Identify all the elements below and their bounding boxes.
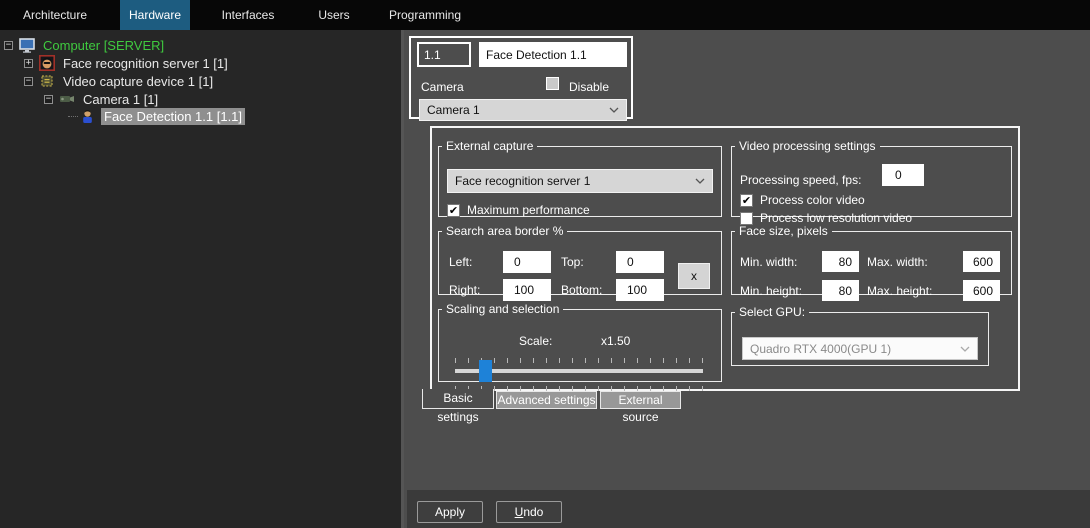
tree-item-camera[interactable]: Camera 1 [1]: [0, 90, 401, 108]
select-gpu-group: Select GPU: Quadro RTX 4000(GPU 1): [731, 305, 989, 366]
gpu-select[interactable]: Quadro RTX 4000(GPU 1): [742, 337, 978, 360]
object-id-field[interactable]: [417, 42, 471, 67]
menu-tab-interfaces[interactable]: Interfaces: [213, 0, 283, 30]
checkbox-box[interactable]: [740, 194, 753, 207]
bottom-border-input[interactable]: [616, 279, 664, 301]
chip-icon: [39, 73, 55, 89]
undo-accelerator: U: [515, 505, 524, 519]
tree-item-label: Video capture device 1 [1]: [60, 73, 216, 90]
face-server-icon: [39, 55, 55, 71]
disable-label: Disable: [569, 80, 609, 94]
group-title: Video processing settings: [735, 139, 880, 153]
external-capture-group: External capture Face recognition server…: [438, 139, 722, 217]
min-width-label: Min. width:: [740, 255, 797, 269]
external-capture-server-select[interactable]: Face recognition server 1: [447, 169, 713, 193]
collapse-icon[interactable]: [4, 41, 13, 50]
tree-item-computer[interactable]: Computer [SERVER]: [0, 36, 401, 54]
checkbox-label: Process color video: [760, 193, 865, 207]
tree-item-label: Camera 1 [1]: [80, 91, 161, 108]
maximum-performance-checkbox[interactable]: Maximum performance: [447, 203, 590, 217]
disable-checkbox[interactable]: [546, 77, 559, 90]
server-select-value: Face recognition server 1: [455, 174, 590, 188]
scale-label: Scale:: [519, 334, 552, 348]
bottom-label: Bottom:: [561, 283, 602, 297]
chevron-down-icon: [609, 107, 619, 113]
menu-tab-programming[interactable]: Programming: [380, 0, 470, 30]
checkbox-box[interactable]: [447, 204, 460, 217]
tree-item-label: Computer [SERVER]: [40, 37, 167, 54]
left-label: Left:: [449, 255, 472, 269]
undo-label-rest: ndo: [523, 505, 543, 519]
tree-item-label: Face recognition server 1 [1]: [60, 55, 231, 72]
camera-icon: [59, 93, 75, 105]
collapse-icon[interactable]: [24, 77, 33, 86]
min-width-input[interactable]: [822, 251, 859, 272]
camera-select-value: Camera 1: [427, 103, 480, 117]
max-height-label: Max. height:: [867, 284, 932, 298]
face-size-group: Face size, pixels Min. width: Max. width…: [731, 224, 1012, 295]
right-border-input[interactable]: [503, 279, 551, 301]
top-label: Top:: [561, 255, 584, 269]
main-menu-bar: Architecture Hardware Interfaces Users P…: [0, 0, 1090, 30]
face-detection-icon: [80, 109, 96, 124]
chevron-down-icon: [960, 346, 970, 352]
process-color-video-checkbox[interactable]: Process color video: [740, 193, 865, 207]
checkbox-box[interactable]: [740, 212, 753, 225]
group-title: Select GPU:: [735, 305, 809, 319]
min-height-input[interactable]: [822, 280, 859, 301]
tab-advanced-settings[interactable]: Advanced settings: [496, 391, 597, 409]
tree-item-label: Face Detection 1.1 [1.1]: [101, 108, 245, 125]
object-inspector: Camera Disable Camera 1: [409, 36, 633, 119]
expand-icon[interactable]: [24, 59, 33, 68]
collapse-icon[interactable]: [44, 95, 53, 104]
camera-label: Camera: [421, 80, 464, 94]
max-width-label: Max. width:: [867, 255, 928, 269]
menu-tab-architecture[interactable]: Architecture: [20, 0, 90, 30]
tree-item-face-server[interactable]: Face recognition server 1 [1]: [0, 54, 401, 72]
group-title: Scaling and selection: [442, 302, 563, 316]
processing-speed-label: Processing speed, fps:: [740, 173, 861, 187]
camera-select[interactable]: Camera 1: [419, 99, 627, 121]
group-title: Search area border %: [442, 224, 567, 238]
menu-tab-hardware[interactable]: Hardware: [120, 0, 190, 30]
settings-panel: External capture Face recognition server…: [430, 126, 1020, 391]
undo-button[interactable]: Undo: [496, 501, 562, 523]
object-name-field[interactable]: [479, 42, 627, 67]
min-height-label: Min. height:: [740, 284, 802, 298]
top-border-input[interactable]: [616, 251, 664, 273]
process-low-resolution-checkbox[interactable]: Process low resolution video: [740, 211, 912, 225]
max-height-input[interactable]: [963, 280, 1000, 301]
max-width-input[interactable]: [963, 251, 1000, 272]
device-tree: Computer [SERVER] Face recognition serve…: [0, 30, 404, 528]
group-title: External capture: [442, 139, 537, 153]
menu-tab-users[interactable]: Users: [299, 0, 369, 30]
scale-slider-track[interactable]: [455, 369, 703, 373]
left-border-input[interactable]: [503, 251, 551, 273]
processing-speed-input[interactable]: [882, 164, 924, 186]
chevron-down-icon: [695, 178, 705, 184]
tree-item-face-detection[interactable]: Face Detection 1.1 [1.1]: [0, 107, 401, 125]
computer-icon: [19, 38, 35, 53]
right-label: Right:: [449, 283, 480, 297]
tree-connector: [68, 116, 78, 117]
tab-external-source[interactable]: External source: [600, 391, 681, 409]
group-title: Face size, pixels: [735, 224, 832, 238]
tree-item-video-device[interactable]: Video capture device 1 [1]: [0, 72, 401, 90]
scale-value: x1.50: [601, 334, 630, 348]
tab-basic-settings[interactable]: Basic settings: [422, 389, 494, 409]
slider-ticks-top: [455, 358, 703, 363]
apply-button[interactable]: Apply: [417, 501, 483, 523]
checkbox-box[interactable]: [546, 77, 559, 90]
gpu-select-value: Quadro RTX 4000(GPU 1): [750, 342, 891, 356]
search-area-group: Search area border % Left: Top: Right: B…: [438, 224, 722, 295]
scale-slider-thumb[interactable]: [479, 360, 492, 382]
video-processing-group: Video processing settings Processing spe…: [731, 139, 1012, 217]
clear-search-area-button[interactable]: x: [678, 263, 710, 289]
checkbox-label: Process low resolution video: [760, 211, 912, 225]
scaling-group: Scaling and selection Scale: x1.50: [438, 302, 722, 382]
action-bar: Apply Undo: [407, 490, 1090, 528]
checkbox-label: Maximum performance: [467, 203, 590, 217]
